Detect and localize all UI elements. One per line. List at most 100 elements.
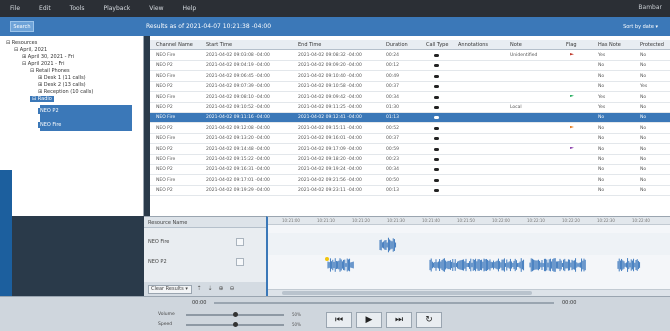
column-header[interactable]: Protected	[640, 42, 664, 48]
table-row[interactable]: NEO Fire 2021-04-02 09:17:01 -04:00 2021-0…	[150, 176, 670, 186]
previous-button[interactable]: ⏮	[326, 312, 352, 328]
cell-start: 2021-04-02 09:08:10 -04:00	[206, 94, 270, 100]
play-button[interactable]: ▶	[356, 312, 382, 328]
tree-expander-icon[interactable]: ⊟	[30, 68, 34, 74]
table-row[interactable]: NEO Fire 2021-04-02 09:03:08 -04:00 2021-0…	[150, 51, 670, 61]
resource-item-neo-p2[interactable]: NEO P2	[148, 259, 167, 265]
waveform-timeline[interactable]: 10:21:00 10:21:10 10:21:20 10:21:30 10:21:40…	[266, 216, 670, 296]
timeline-scroll-thumb[interactable]	[282, 291, 532, 295]
column-header[interactable]: Start Time	[206, 42, 232, 48]
tree-node[interactable]: ⊟ Resources	[6, 40, 37, 46]
tree-node[interactable]: ⊟ Radio	[30, 96, 54, 102]
side-accent	[0, 170, 12, 296]
cell-has: No	[598, 146, 605, 152]
tree-node[interactable]: ⊞ Desk 2 (13 calls)	[38, 82, 86, 88]
ruler-tick-label: 10:22:20	[562, 218, 580, 223]
column-header[interactable]: Flag	[566, 42, 577, 48]
menu-playback[interactable]: Playback	[103, 5, 130, 12]
move-up-icon[interactable]: ⇡	[195, 285, 203, 293]
volume-knob[interactable]	[233, 312, 238, 317]
menu-help[interactable]: Help	[182, 5, 196, 12]
table-row[interactable]: NEO Fire 2021-04-02 09:11:16 -04:00 2021-0…	[150, 113, 670, 124]
skip-back-icon: ⏮	[334, 315, 344, 325]
next-button[interactable]: ⏭	[386, 312, 412, 328]
tree-expander-icon[interactable]: ⊟	[6, 40, 10, 46]
tree-node[interactable]: NEO Fire	[38, 122, 64, 128]
column-header[interactable]: Duration	[386, 42, 408, 48]
call-type-icon	[434, 95, 439, 99]
annotation-marker[interactable]	[325, 257, 329, 261]
flag-icon[interactable]	[570, 53, 574, 56]
cell-end: 2021-04-02 09:17:09 -04:00	[298, 146, 362, 152]
table-row[interactable]: NEO Fire 2021-04-02 09:08:10 -04:00 2021-0…	[150, 93, 670, 103]
tree-node[interactable]: ⊞ April 30, 2021 - Fri	[22, 54, 74, 60]
search-button[interactable]: Search	[10, 21, 34, 32]
playback-bar: 00:00 00:00 Volume 50% Speed 50% ⏮ ▶ ⏭ ↻	[0, 296, 670, 331]
table-row[interactable]: NEO P2 2021-04-02 09:12:08 -04:00 2021-04-…	[150, 124, 670, 134]
column-header[interactable]: End Time	[298, 42, 321, 48]
ruler-tick-label: 10:21:20	[352, 218, 370, 223]
loop-button[interactable]: ↻	[416, 312, 442, 328]
tree-expander-icon[interactable]: ⊞	[22, 54, 26, 60]
column-header[interactable]: Call Type	[426, 42, 448, 48]
tree-node[interactable]: NEO P2	[38, 108, 61, 114]
cell-start: 2021-04-02 09:14:48 -04:00	[206, 146, 270, 152]
table-row[interactable]: NEO Fire 2021-04-02 09:06:45 -04:00 2021-0…	[150, 72, 670, 82]
resource-item-neo-fire[interactable]: NEO Fire	[148, 239, 169, 245]
ruler-tick-label: 10:21:00	[282, 218, 300, 223]
tree-node[interactable]: ⊟ April, 2021	[14, 47, 47, 53]
cell-dur: 01:13	[386, 115, 399, 121]
column-header[interactable]: Has Note	[598, 42, 621, 48]
table-row[interactable]: NEO Fire 2021-04-02 09:13:20 -04:00 2021-0…	[150, 134, 670, 145]
menu-tools[interactable]: Tools	[70, 5, 85, 12]
tree-node-label: April 30, 2021 - Fri	[27, 54, 75, 60]
timeline-scrollbar[interactable]	[268, 289, 670, 296]
tree-expander-icon[interactable]: ⊞	[38, 75, 42, 81]
table-row[interactable]: NEO Fire 2021-04-02 09:15:22 -04:00 2021-0…	[150, 155, 670, 165]
tree-node[interactable]: ⊞ Desk 1 (11 calls)	[38, 75, 86, 81]
table-row[interactable]: NEO P2 2021-04-02 09:10:52 -04:00 2021-04-…	[150, 103, 670, 113]
position-slider[interactable]	[214, 302, 554, 304]
menu-view[interactable]: View	[149, 5, 163, 12]
cell-end: 2021-04-02 09:08:32 -04:00	[298, 53, 362, 58]
column-header[interactable]: Note	[510, 42, 522, 48]
table-row[interactable]: NEO P2 2021-04-02 09:14:48 -04:00 2021-04-…	[150, 145, 670, 155]
tree-expander-icon[interactable]: ⊞	[38, 89, 42, 95]
duration-time: 00:00	[562, 300, 577, 306]
call-type-icon	[434, 85, 439, 89]
results-select[interactable]: Clear Results ▾	[148, 284, 192, 294]
zoom-in-icon[interactable]: ⊕	[217, 285, 225, 293]
flag-icon[interactable]	[570, 94, 574, 97]
zoom-out-icon[interactable]: ⊖	[228, 285, 236, 293]
table-row[interactable]: NEO P2 2021-04-02 09:07:39 -04:00 2021-04-…	[150, 82, 670, 93]
resource-checkbox[interactable]	[236, 258, 244, 266]
tree-node[interactable]: ⊟ Retail Phones	[30, 68, 70, 74]
menu-edit[interactable]: Edit	[39, 5, 51, 12]
menu-file[interactable]: File	[10, 5, 20, 12]
user-menu[interactable]: Bambar	[638, 4, 662, 11]
results-toolbar: Search Results as of 2021-04-07 10:21:38…	[0, 17, 670, 36]
cell-dur: 01:30	[386, 105, 399, 110]
tree-expander-icon[interactable]: ⊟	[22, 61, 26, 67]
tree-expander-icon[interactable]: ⊟	[32, 96, 36, 102]
sort-dropdown[interactable]: Sort by date ▾	[623, 24, 658, 30]
cell-ch: NEO Fire	[156, 73, 176, 79]
cell-has: No	[598, 63, 605, 69]
tree-node[interactable]: ⊞ Reception (10 calls)	[38, 89, 93, 95]
resource-checkbox[interactable]	[236, 238, 244, 246]
flag-icon[interactable]	[570, 125, 574, 129]
tree-expander-icon[interactable]: ⊟	[14, 47, 18, 53]
flag-icon[interactable]	[570, 146, 574, 149]
speed-knob[interactable]	[233, 322, 238, 327]
table-row[interactable]: NEO P2 2021-04-02 09:04:19 -04:00 2021-04-…	[150, 61, 670, 72]
tree-node[interactable]: ⊟ April 2021 - Fri	[22, 61, 64, 67]
table-row[interactable]: NEO P2 2021-04-02 09:16:31 -04:00 2021-04-…	[150, 165, 670, 176]
column-header[interactable]: Annotations	[458, 42, 488, 48]
tree-expander-icon[interactable]: ⊞	[38, 82, 42, 88]
cell-end: 2021-04-02 09:19:24 -04:00	[298, 167, 362, 173]
cell-dur: 00:49	[386, 73, 399, 79]
table-row[interactable]: NEO P2 2021-04-02 09:19:29 -04:00 2021-04-…	[150, 186, 670, 197]
resource-list-header: Resource Name	[144, 217, 266, 228]
column-header[interactable]: Channel Name	[156, 42, 193, 48]
move-down-icon[interactable]: ⇣	[206, 285, 214, 293]
